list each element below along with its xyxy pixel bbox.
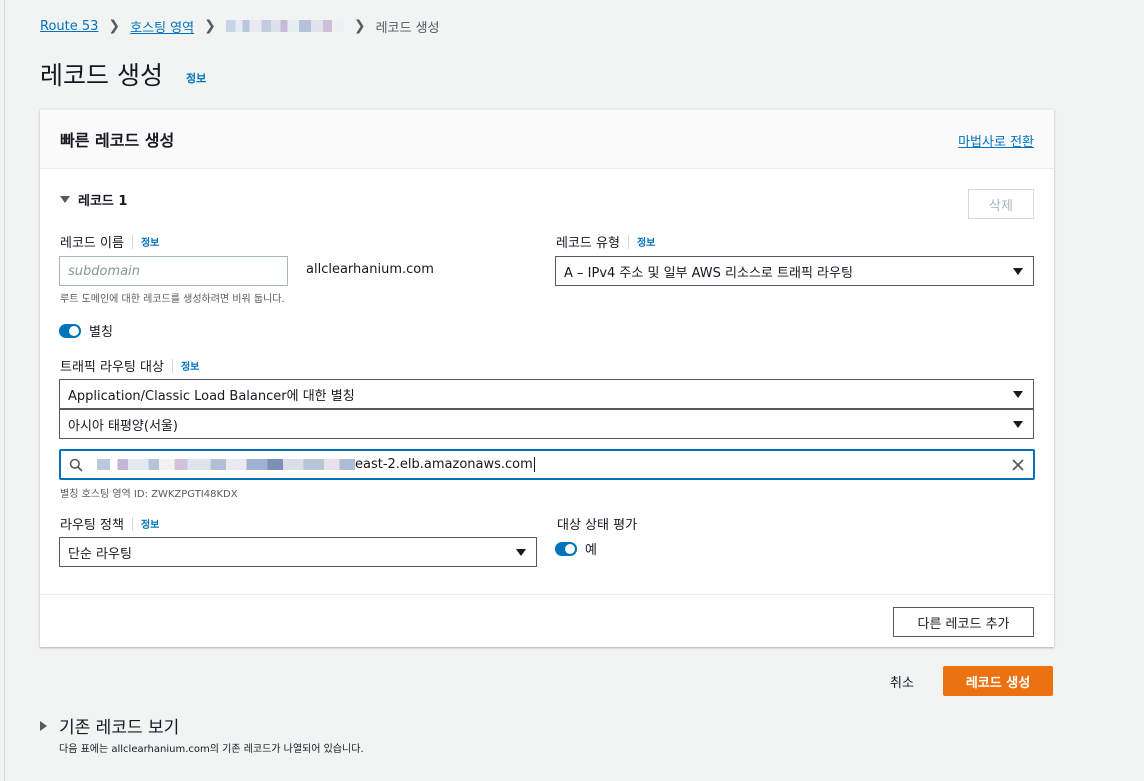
routing-policy-select[interactable]: 단순 라우팅 <box>59 537 537 567</box>
caret-down-icon <box>60 196 70 203</box>
page-info-link[interactable]: 정보 <box>186 70 206 86</box>
record-name-label: 레코드 이름 <box>60 236 124 251</box>
endpoint-select[interactable]: Application/Classic Load Balancer에 대한 별칭 <box>59 379 1034 409</box>
cancel-button[interactable]: 취소 <box>880 666 924 696</box>
load-balancer-dns-suffix: east-2.elb.amazonaws.com <box>355 457 533 472</box>
breadcrumb-hosted-zone-redacted[interactable] <box>225 20 344 32</box>
caret-down-icon <box>1013 391 1023 398</box>
hosted-zone-id: 별칭 호스팅 영역 ID: ZWKZPGTI48KDX <box>60 489 238 500</box>
record-name-placeholder: subdomain <box>68 263 140 279</box>
record-type-select[interactable]: A – IPv4 주소 및 일부 AWS 리소스로 트래픽 라우팅 <box>555 256 1034 286</box>
domain-suffix: allclearhanium.com <box>306 262 434 277</box>
breadcrumb-hosted-zones[interactable]: 호스팅 영역 <box>130 17 194 36</box>
routing-policy-label: 라우팅 정책 <box>60 518 124 533</box>
load-balancer-dns-redacted <box>97 459 355 470</box>
close-icon[interactable] <box>1011 458 1025 472</box>
health-eval-switch[interactable] <box>555 541 577 556</box>
record-name-input[interactable]: subdomain <box>59 256 288 286</box>
routing-policy-info-link[interactable]: 정보 <box>141 516 159 531</box>
alias-label: 별칭 <box>89 325 113 340</box>
chevron-right-icon: ❯ <box>108 18 121 34</box>
alias-switch[interactable] <box>59 323 81 338</box>
caret-down-icon <box>1013 421 1023 428</box>
chevron-right-icon: ❯ <box>353 18 366 34</box>
traffic-target-label-row: 트래픽 라우팅 대상 정보 <box>60 356 199 375</box>
label-divider <box>131 516 133 531</box>
add-another-record-button[interactable]: 다른 레코드 추가 <box>893 607 1034 637</box>
record-type-info-link[interactable]: 정보 <box>637 234 655 249</box>
health-eval-value: 예 <box>585 543 597 558</box>
routing-policy-value: 단순 라우팅 <box>68 546 132 562</box>
breadcrumb-current: 레코드 생성 <box>375 20 440 36</box>
endpoint-value: Application/Classic Load Balancer에 대한 별칭 <box>68 388 355 404</box>
caret-right-icon <box>40 720 47 731</box>
traffic-target-label: 트래픽 라우팅 대상 <box>60 360 164 375</box>
routing-policy-label-row: 라우팅 정책 정보 <box>60 514 159 533</box>
region-value: 아시아 태평양(서울) <box>68 418 178 434</box>
record-name-label-row: 레코드 이름 정보 <box>60 232 159 251</box>
switch-to-wizard-link[interactable]: 마법사로 전환 <box>958 131 1034 150</box>
panel-title: 빠른 레코드 생성 <box>60 131 175 150</box>
delete-button[interactable]: 삭제 <box>968 189 1034 219</box>
record-name-info-link[interactable]: 정보 <box>141 234 159 249</box>
page-left-border <box>4 0 5 781</box>
existing-records-description: 다음 표에는 allclearhanium.com의 기존 레코드가 나열되어 … <box>59 744 364 755</box>
page-title: 레코드 생성 <box>40 61 163 90</box>
panel-header: 빠른 레코드 생성 마법사로 전환 <box>40 110 1054 169</box>
breadcrumb: Route 53 ❯ 호스팅 영역 ❯ ❯ 레코드 생성 <box>40 16 440 36</box>
load-balancer-search-input[interactable]: east-2.elb.amazonaws.com <box>59 449 1035 480</box>
caret-down-icon <box>1013 268 1023 275</box>
record-name-hint: 루트 도메인에 대한 레코드를 생성하려면 비워 둡니다. <box>60 294 285 305</box>
traffic-target-info-link[interactable]: 정보 <box>181 358 199 373</box>
record-1-expander[interactable]: 레코드 1 <box>60 190 127 209</box>
chevron-right-icon: ❯ <box>204 18 216 34</box>
alias-toggle[interactable]: 별칭 <box>59 321 113 340</box>
label-divider <box>171 358 173 373</box>
record-1-title: 레코드 1 <box>78 194 128 209</box>
text-cursor <box>533 457 535 472</box>
panel-divider <box>40 594 1054 595</box>
record-type-label-row: 레코드 유형 정보 <box>556 232 655 251</box>
search-icon <box>69 458 83 472</box>
existing-records-expander[interactable]: 기존 레코드 보기 <box>40 713 179 738</box>
caret-down-icon <box>516 549 526 556</box>
health-eval-toggle[interactable]: 예 <box>555 539 597 558</box>
label-divider <box>627 234 629 249</box>
quick-create-panel: 빠른 레코드 생성 마법사로 전환 레코드 1 삭제 레코드 이름 정보 sub… <box>40 109 1054 647</box>
existing-records-title: 기존 레코드 보기 <box>59 718 180 738</box>
record-type-label: 레코드 유형 <box>556 236 620 251</box>
label-divider <box>131 234 133 249</box>
breadcrumb-route53[interactable]: Route 53 <box>40 19 98 34</box>
record-type-value: A – IPv4 주소 및 일부 AWS 리소스로 트래픽 라우팅 <box>564 265 853 281</box>
health-eval-label: 대상 상태 평가 <box>557 518 638 533</box>
region-select[interactable]: 아시아 태평양(서울) <box>59 409 1034 439</box>
create-records-button[interactable]: 레코드 생성 <box>943 666 1053 696</box>
